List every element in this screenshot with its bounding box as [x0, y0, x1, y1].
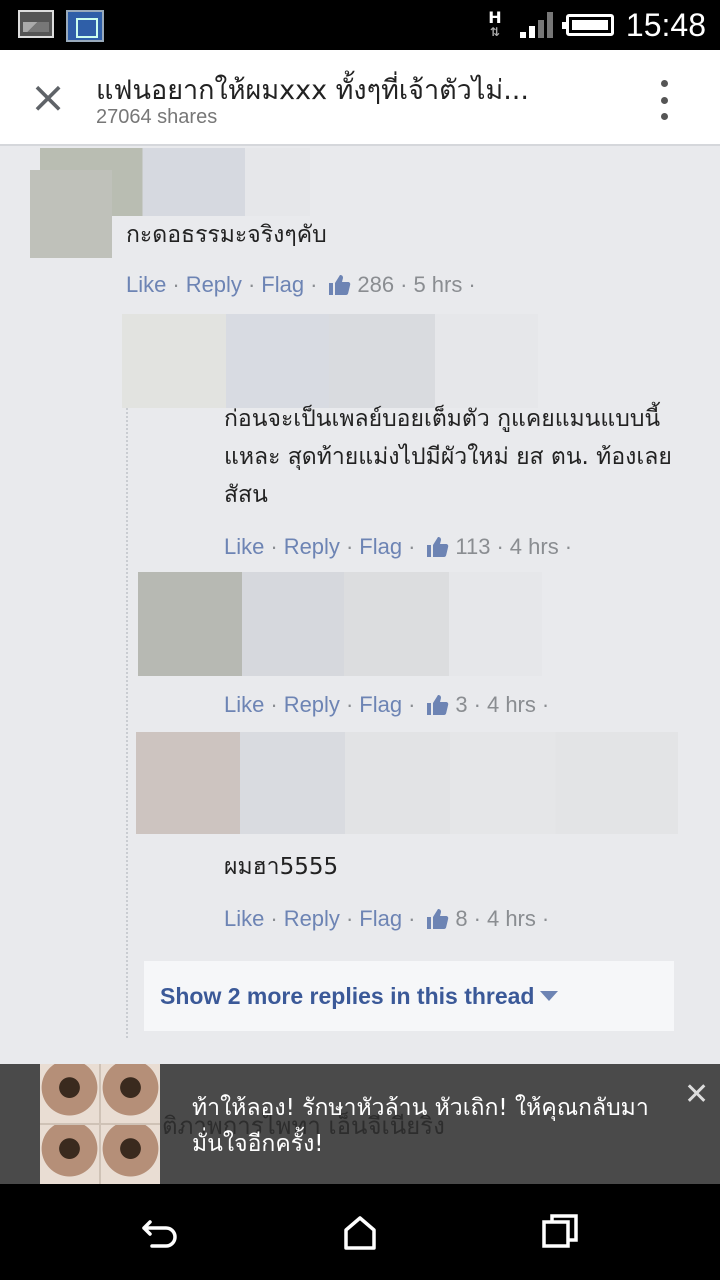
flag-link[interactable]: Flag — [261, 272, 304, 298]
back-icon[interactable] — [136, 1208, 184, 1256]
comments-feed[interactable]: กะดอธรรมะจริงๆคับ Like · Reply · Flag · 286… — [0, 148, 720, 1064]
like-count: 113 — [455, 534, 491, 559]
like-link[interactable]: Like — [224, 906, 264, 932]
reply-link[interactable]: Reply — [284, 692, 340, 718]
comment-text: กะดอธรรมะจริงๆคับ — [126, 222, 327, 248]
thumbs-up-icon — [427, 537, 449, 557]
comment-text: ผมฮา5555 — [224, 854, 339, 880]
show-more-replies-button[interactable]: Show 2 more replies in this thread — [144, 961, 674, 1031]
share-count: 27064 shares — [96, 106, 218, 128]
overflow-menu-icon[interactable] — [656, 80, 672, 120]
timestamp: 4 hrs — [486, 906, 536, 931]
reply-link[interactable]: Reply — [186, 272, 242, 298]
caret-down-icon — [540, 991, 559, 1001]
timestamp: 4 hrs — [509, 534, 559, 559]
comment-actions: Like · Reply · Flag · 8 · 4 hrs · — [224, 906, 550, 932]
page-title: แฟนอยากให้ผมxxx ทั้งๆที่เจ้าตัวไม่... — [96, 75, 529, 106]
close-icon[interactable]: ✕ — [684, 1080, 709, 1110]
like-link[interactable]: Like — [126, 272, 166, 298]
battery-icon — [561, 14, 614, 36]
comment-actions: Like · Reply · Flag · 286 · 5 hrs · — [126, 272, 476, 298]
signal-icon — [519, 12, 554, 38]
flag-link[interactable]: Flag — [359, 534, 402, 560]
thumbs-up-icon — [329, 275, 351, 295]
data-arrows-icon: H ⇅ — [488, 8, 502, 40]
thread-connector — [126, 408, 128, 1038]
film-icon — [66, 10, 104, 42]
timestamp: 4 hrs — [486, 692, 536, 717]
gallery-icon — [18, 10, 54, 38]
thumbs-up-icon — [427, 909, 449, 929]
comment-text: ก่อนจะเป็นเพลย์บอยเต็มตัว กูแคยแมนแบบนี้… — [224, 406, 672, 508]
reply-link[interactable]: Reply — [284, 906, 340, 932]
app-header: × แฟนอยากให้ผมxxx ทั้งๆที่เจ้าตัวไม่... … — [0, 50, 720, 146]
ad-image[interactable] — [40, 1064, 160, 1184]
like-link[interactable]: Like — [224, 534, 264, 560]
flag-link[interactable]: Flag — [359, 906, 402, 932]
thumbs-up-icon — [427, 695, 449, 715]
reply-link[interactable]: Reply — [284, 534, 340, 560]
timestamp: 5 hrs — [413, 272, 463, 297]
close-icon[interactable]: × — [26, 76, 70, 122]
like-count: 286 — [357, 272, 395, 297]
redacted-author-name — [226, 314, 538, 408]
avatar[interactable] — [30, 170, 112, 258]
redacted-author-name — [240, 732, 678, 834]
show-more-label: Show 2 more replies in this thread — [160, 982, 535, 1009]
comment-actions: Like · Reply · Flag · 113 · 4 hrs · — [224, 534, 573, 560]
status-bar: H ⇅ 15:48 — [0, 0, 720, 50]
avatar[interactable] — [122, 314, 226, 408]
ad-text[interactable]: ท้าให้ลอง! รักษาหัวล้าน หัวเถิก! ให้คุณก… — [192, 1090, 662, 1162]
like-count: 8 — [455, 906, 468, 931]
navigation-bar — [0, 1184, 720, 1280]
recent-apps-icon[interactable] — [536, 1208, 584, 1256]
home-icon[interactable] — [336, 1208, 384, 1256]
avatar[interactable] — [138, 572, 242, 676]
like-link[interactable]: Like — [224, 692, 264, 718]
avatar[interactable] — [136, 732, 240, 834]
flag-link[interactable]: Flag — [359, 692, 402, 718]
comment-actions: Like · Reply · Flag · 3 · 4 hrs · — [224, 692, 550, 718]
like-count: 3 — [455, 692, 468, 717]
ad-banner[interactable]: ติภาพการไพทา เอ็นจีเนียริง ท้าให้ลอง! รั… — [0, 1064, 720, 1184]
redacted-comment — [242, 572, 542, 676]
clock: 15:48 — [625, 6, 706, 43]
